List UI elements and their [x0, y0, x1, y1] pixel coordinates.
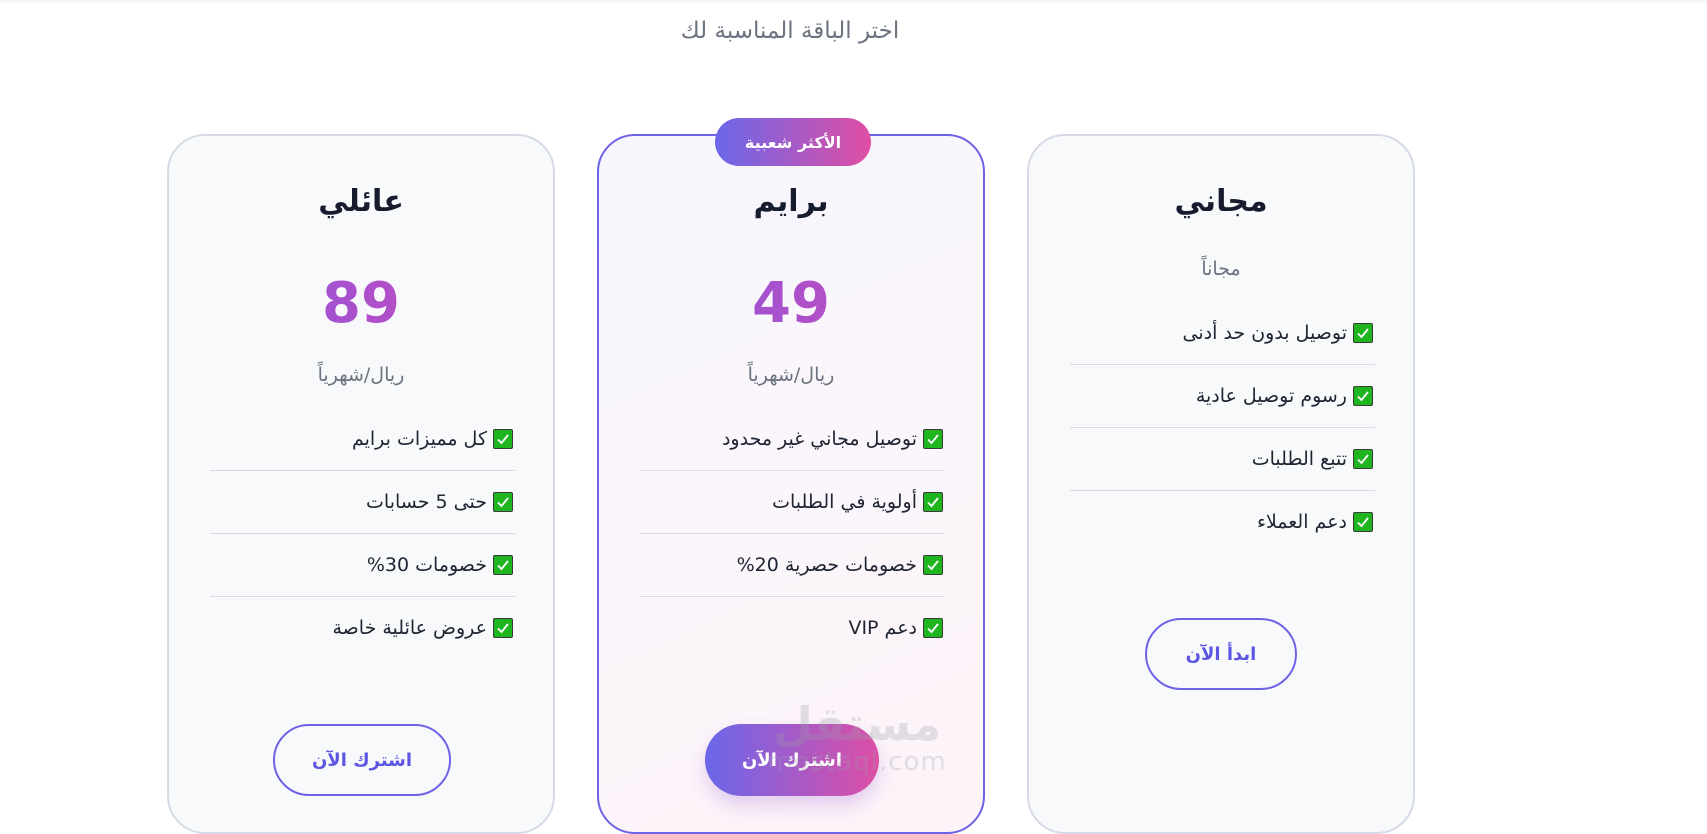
feature-label: حتى 5 حسابات [366, 491, 487, 513]
feature-item: خصومات 30% [210, 534, 515, 597]
header-shadow [0, 0, 1707, 4]
check-mark-icon [1353, 512, 1373, 532]
check-mark-icon [493, 492, 513, 512]
feature-label: خصومات حصرية 20% [736, 554, 917, 576]
feature-label: توصيل مجاني غير محدود [721, 428, 917, 450]
check-mark-icon [923, 492, 943, 512]
subscribe-now-button[interactable]: اشترك الآن [273, 724, 451, 796]
check-mark-icon [493, 618, 513, 638]
check-mark-icon [493, 429, 513, 449]
feature-item: توصيل بدون حد أدنى [1070, 302, 1375, 365]
check-mark-icon [1353, 386, 1373, 406]
plan-name: مجاني [1174, 184, 1268, 219]
feature-label: كل مميزات برايم [351, 428, 487, 450]
feature-item: رسوم توصيل عادية [1070, 365, 1375, 428]
feature-label: تتبع الطلبات [1251, 448, 1347, 470]
section-subtitle: اختر الباقة المناسبة لك [680, 18, 900, 44]
feature-label: توصيل بدون حد أدنى [1182, 322, 1347, 344]
plan-name: عائلي [318, 184, 404, 219]
check-mark-icon [493, 555, 513, 575]
check-mark-icon [923, 618, 943, 638]
feature-item: دعم العملاء [1070, 491, 1375, 553]
plan-card-family: عائلي 89 ريال/شهرياً كل مميزات برايم حتى… [167, 134, 555, 834]
price-unit: ريال/شهرياً [747, 364, 835, 386]
feature-item: كل مميزات برايم [210, 408, 515, 471]
feature-item: أولوية في الطلبات [640, 471, 945, 534]
plan-card-free: مجاني مجاناً توصيل بدون حد أدنى رسوم توص… [1027, 134, 1415, 834]
feature-item: حتى 5 حسابات [210, 471, 515, 534]
check-mark-icon [1353, 449, 1373, 469]
subscribe-now-button[interactable]: اشترك الآن [705, 724, 879, 796]
plan-price-free: مجاناً [1201, 258, 1241, 280]
feature-label: عروض عائلية خاصة [332, 617, 487, 639]
plan-price: 49 [599, 271, 983, 336]
feature-item: تتبع الطلبات [1070, 428, 1375, 491]
feature-list: توصيل بدون حد أدنى رسوم توصيل عادية تتبع… [1070, 302, 1375, 553]
plan-card-prime: الأكثر شعبية برايم 49 ريال/شهرياً توصيل … [597, 118, 985, 834]
feature-item: توصيل مجاني غير محدود [640, 408, 945, 471]
feature-label: دعم VIP [848, 617, 917, 639]
feature-list: كل مميزات برايم حتى 5 حسابات خصومات 30% … [210, 408, 515, 659]
feature-item: دعم VIP [640, 597, 945, 659]
start-now-button[interactable]: ابدأ الآن [1145, 618, 1297, 690]
feature-label: أولوية في الطلبات [772, 491, 917, 513]
plan-name: برايم [753, 184, 829, 219]
plan-price: 89 [169, 271, 553, 336]
feature-list: توصيل مجاني غير محدود أولوية في الطلبات … [640, 408, 945, 659]
feature-item: خصومات حصرية 20% [640, 534, 945, 597]
feature-label: دعم العملاء [1257, 511, 1347, 533]
check-mark-icon [1353, 323, 1373, 343]
feature-label: خصومات 30% [366, 554, 487, 576]
price-unit: ريال/شهرياً [317, 364, 405, 386]
most-popular-badge: الأكثر شعبية [715, 118, 871, 166]
feature-label: رسوم توصيل عادية [1195, 385, 1347, 407]
check-mark-icon [923, 555, 943, 575]
feature-item: عروض عائلية خاصة [210, 597, 515, 659]
check-mark-icon [923, 429, 943, 449]
